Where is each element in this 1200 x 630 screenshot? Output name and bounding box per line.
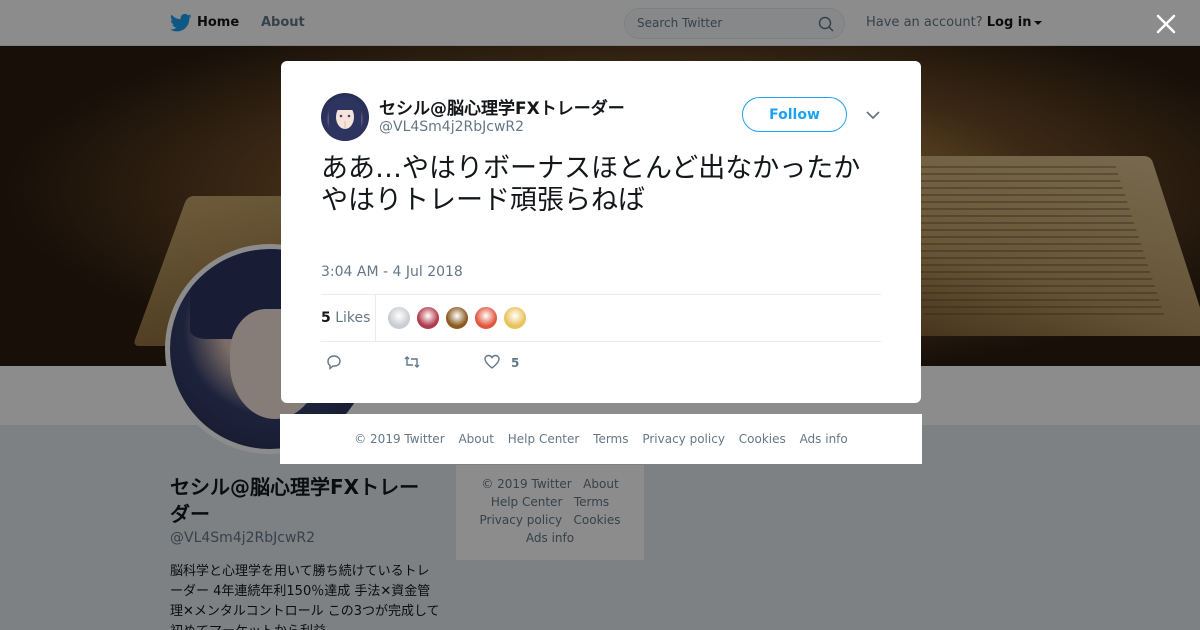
- like-button[interactable]: [483, 353, 501, 373]
- liker-avatar[interactable]: [474, 306, 498, 330]
- heart-icon: [484, 354, 500, 369]
- retweet-button[interactable]: [403, 353, 421, 373]
- footer-help[interactable]: Help Center: [508, 432, 580, 446]
- footer-terms[interactable]: Terms: [593, 432, 628, 446]
- tweet-author-avatar[interactable]: [321, 93, 369, 141]
- close-icon[interactable]: [1154, 12, 1178, 36]
- likes-number: 5: [321, 310, 331, 326]
- likes-stat[interactable]: 5 Likes: [321, 310, 370, 326]
- avatar-illustration: [329, 97, 361, 141]
- liker-avatar[interactable]: [387, 306, 411, 330]
- footer-copyright: © 2019 Twitter: [354, 432, 445, 446]
- chevron-down-icon[interactable]: [865, 109, 881, 121]
- modal-footer: © 2019 Twitter About Help Center Terms P…: [280, 414, 922, 464]
- tweet-actions: 5: [321, 353, 881, 377]
- tweet-stats: 5 Likes: [321, 294, 881, 342]
- tweet-modal: セシル@脳心理学FXトレーダー @VL4Sm4j2RbJcwR2 Follow …: [281, 61, 921, 403]
- footer-cookies[interactable]: Cookies: [739, 432, 786, 446]
- tweet-author-name[interactable]: セシル@脳心理学FXトレーダー: [379, 94, 625, 119]
- footer-ads[interactable]: Ads info: [800, 432, 848, 446]
- footer-about[interactable]: About: [458, 432, 493, 446]
- likes-label: Likes: [335, 310, 371, 326]
- footer-privacy[interactable]: Privacy policy: [642, 432, 725, 446]
- reply-button[interactable]: [325, 353, 343, 373]
- liker-avatar[interactable]: [445, 306, 469, 330]
- reply-icon: [327, 355, 341, 370]
- like-action-count: 5: [511, 356, 520, 370]
- tweet-timestamp[interactable]: 3:04 AM - 4 Jul 2018: [321, 264, 463, 280]
- liker-avatar[interactable]: [503, 306, 527, 330]
- stats-divider: [375, 295, 376, 341]
- retweet-icon: [404, 356, 420, 368]
- tweet-text: ああ…やはりボーナスほとんど出なかったか やはりトレード頑張らねば: [321, 153, 861, 216]
- follow-button[interactable]: Follow: [742, 97, 847, 132]
- liker-avatar[interactable]: [416, 306, 440, 330]
- tweet-author-handle[interactable]: @VL4Sm4j2RbJcwR2: [379, 119, 524, 135]
